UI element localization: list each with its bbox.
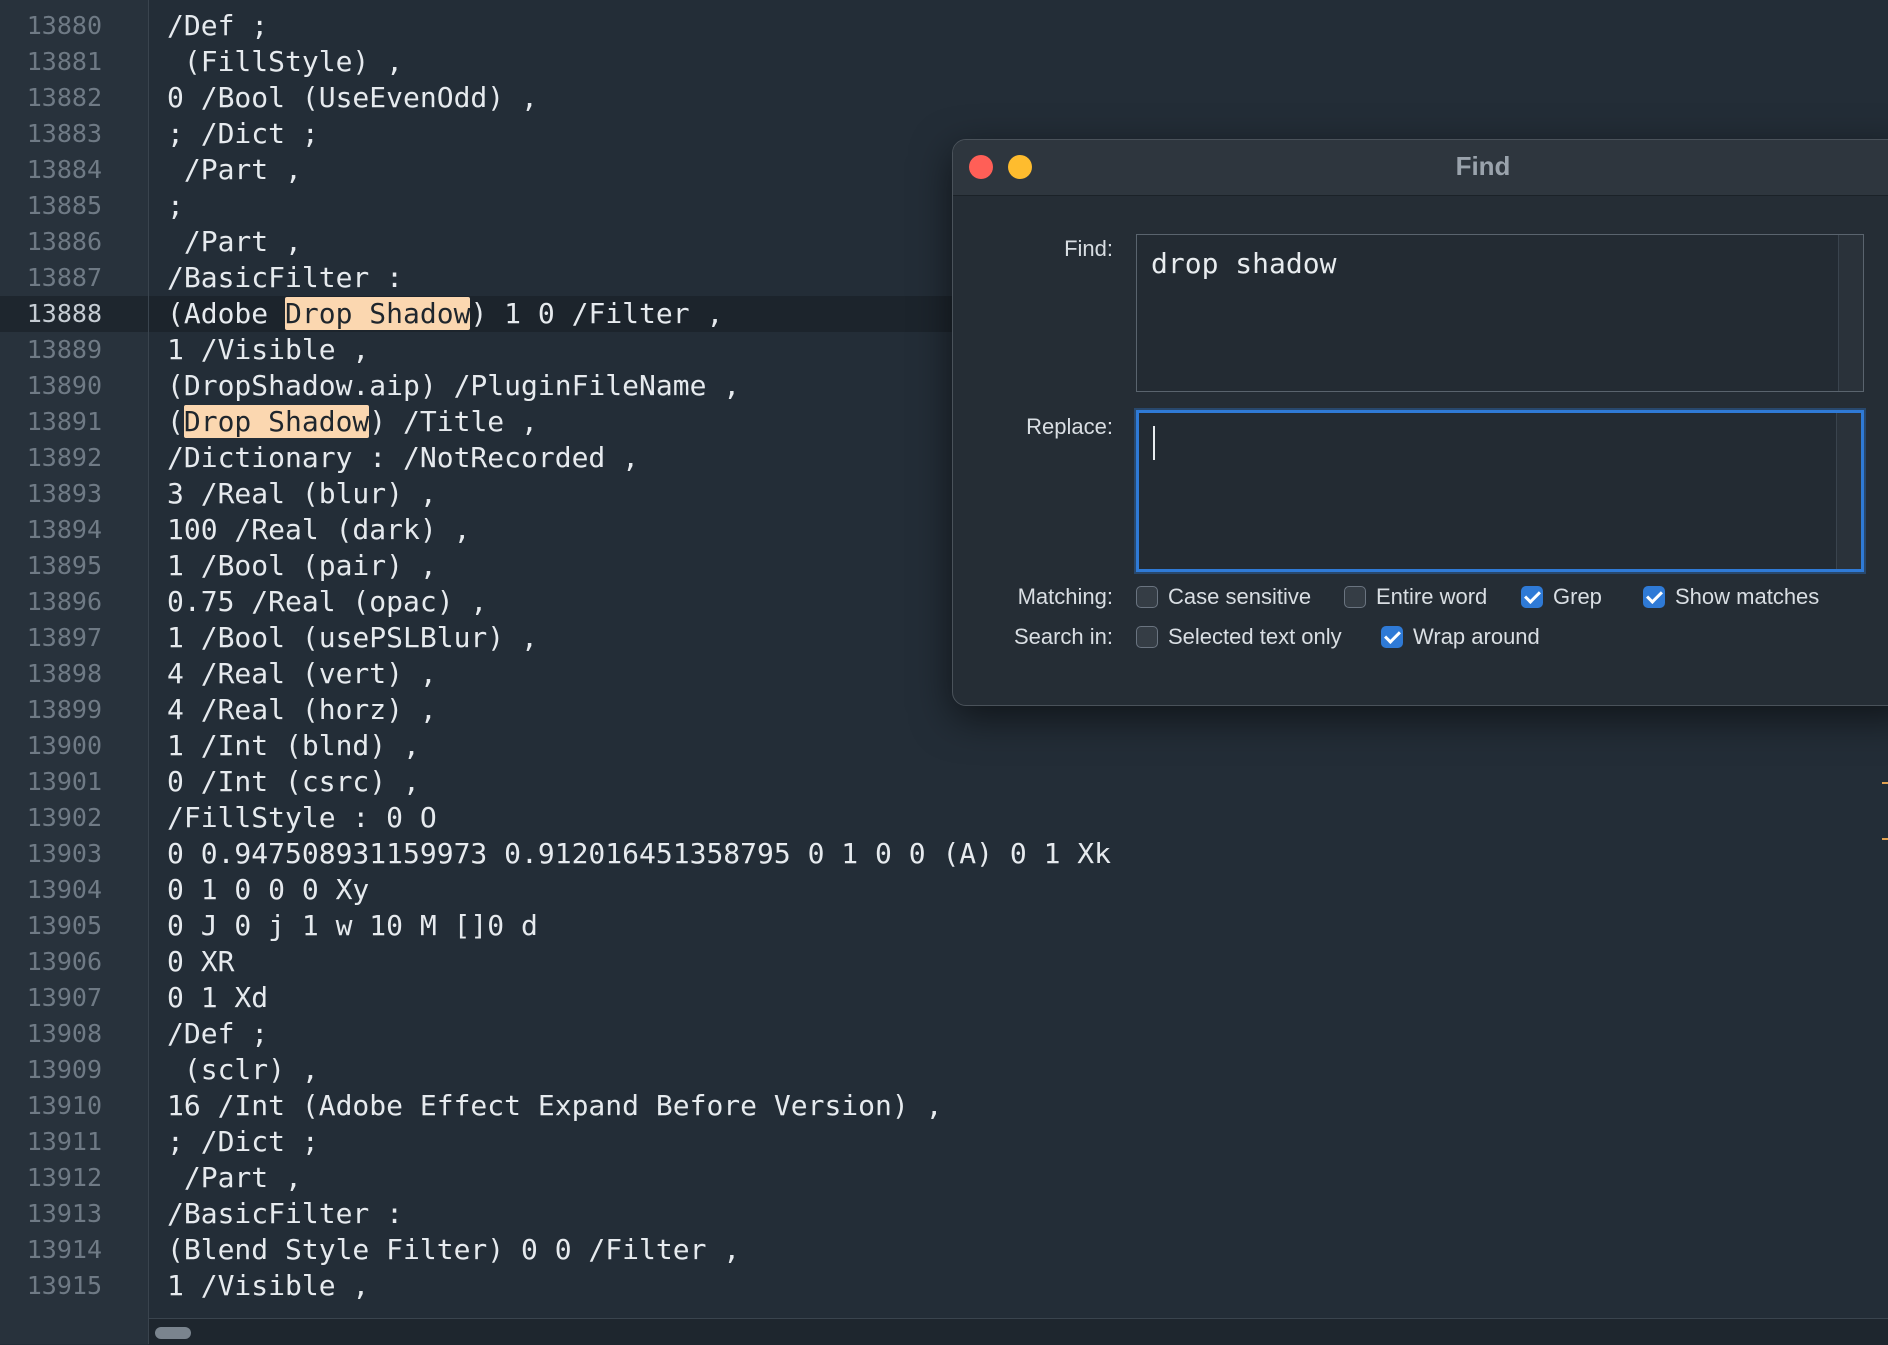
line-number: 13912	[26, 1163, 102, 1192]
line-number: 13881	[26, 47, 102, 76]
find-field[interactable]: drop shadow	[1136, 234, 1864, 392]
selected-text-only-checkbox[interactable]: Selected text only	[1136, 623, 1342, 651]
line-number: 13885	[26, 191, 102, 220]
find-dialog: Find Find: drop shadow Replace: Matching…	[952, 139, 1888, 706]
text-caret	[1153, 426, 1155, 460]
code-line[interactable]: 0 1 0 0 0 Xy	[149, 872, 1888, 908]
show-matches-label: Show matches	[1675, 584, 1820, 609]
line-number: 13889	[26, 335, 102, 364]
search-match-highlight: Drop Shadow	[183, 405, 370, 438]
line-number: 13900	[26, 731, 102, 760]
line-number: 13899	[26, 695, 102, 724]
code-text: (Adobe	[167, 297, 286, 330]
code-line[interactable]: 16 /Int (Adobe Effect Expand Before Vers…	[149, 1088, 1888, 1124]
replace-label: Replace:	[1026, 414, 1113, 439]
wrap-around-label: Wrap around	[1413, 624, 1540, 649]
case-sensitive-checkbox[interactable]: Case sensitive	[1136, 583, 1311, 611]
code-line[interactable]: /FillStyle : 0 O	[149, 800, 1888, 836]
code-text: (	[167, 405, 184, 438]
line-number: 13896	[26, 587, 102, 616]
line-number: 13906	[26, 947, 102, 976]
line-number: 13913	[26, 1199, 102, 1228]
line-number: 13893	[26, 479, 102, 508]
find-field-scrollbar[interactable]	[1838, 235, 1863, 391]
find-label: Find:	[1064, 236, 1113, 261]
find-dialog-title: Find	[1455, 151, 1511, 181]
line-number: 13904	[26, 875, 102, 904]
line-number: 13892	[26, 443, 102, 472]
search-match-highlight: Drop Shadow	[285, 297, 471, 330]
selected-text-only-label: Selected text only	[1168, 624, 1342, 649]
line-number: 13886	[26, 227, 102, 256]
find-field-value: drop shadow	[1151, 247, 1337, 280]
line-number: 13911	[26, 1127, 102, 1156]
code-line[interactable]: 1 /Visible ,	[149, 1268, 1888, 1304]
code-line[interactable]: /Part ,	[149, 1160, 1888, 1196]
line-number: 13884	[26, 155, 102, 184]
code-line[interactable]: 0 1 Xd	[149, 980, 1888, 1016]
checkbox-box[interactable]	[1136, 626, 1158, 648]
line-number: 13891	[26, 407, 102, 436]
line-number: 13890	[26, 371, 102, 400]
line-number: 13907	[26, 983, 102, 1012]
line-number: 13895	[26, 551, 102, 580]
code-line[interactable]: 0 0.947508931159973 0.912016451358795 0 …	[149, 836, 1888, 872]
checkbox-box[interactable]	[1643, 586, 1665, 608]
match-marker	[1882, 782, 1888, 784]
line-number: 13903	[26, 839, 102, 868]
code-line[interactable]: 1 /Int (blnd) ,	[149, 728, 1888, 764]
grep-checkbox[interactable]: Grep	[1521, 583, 1602, 611]
code-line[interactable]: (Blend Style Filter) 0 0 /Filter ,	[149, 1232, 1888, 1268]
code-line[interactable]: 0 XR	[149, 944, 1888, 980]
checkbox-box[interactable]	[1521, 586, 1543, 608]
entire-word-label: Entire word	[1376, 584, 1488, 609]
line-number: 13898	[26, 659, 102, 688]
code-line[interactable]: /BasicFilter :	[149, 1196, 1888, 1232]
show-matches-checkbox[interactable]: Show matches	[1643, 583, 1819, 611]
find-dialog-titlebar[interactable]: Find	[953, 140, 1888, 196]
code-text: ) 1 0 /Filter ,	[470, 297, 724, 330]
line-number: 13901	[26, 767, 102, 796]
line-number: 13897	[26, 623, 102, 652]
search-in-label: Search in:	[1013, 624, 1113, 649]
case-sensitive-label: Case sensitive	[1168, 584, 1312, 609]
line-number: 13887	[26, 263, 102, 292]
line-number: 13882	[26, 83, 102, 112]
line-number: 13909	[26, 1055, 102, 1084]
match-marker	[1882, 838, 1888, 840]
code-line[interactable]: ; /Dict ;	[149, 1124, 1888, 1160]
line-number: 13914	[26, 1235, 102, 1264]
line-number: 13908	[26, 1019, 102, 1048]
line-number: 13910	[26, 1091, 102, 1120]
line-number: 13905	[26, 911, 102, 940]
entire-word-checkbox[interactable]: Entire word	[1344, 583, 1487, 611]
checkbox-box[interactable]	[1344, 586, 1366, 608]
line-number: 13883	[26, 119, 102, 148]
replace-field[interactable]	[1136, 410, 1864, 572]
code-line[interactable]: (FillStyle) ,	[149, 44, 1888, 80]
code-line[interactable]: (sclr) ,	[149, 1052, 1888, 1088]
code-line[interactable]: /Def ;	[149, 1016, 1888, 1052]
line-number: 13894	[26, 515, 102, 544]
code-line[interactable]: 0 J 0 j 1 w 10 M []0 d	[149, 908, 1888, 944]
checkbox-box[interactable]	[1381, 626, 1403, 648]
line-number: 13915	[26, 1271, 102, 1300]
wrap-around-checkbox[interactable]: Wrap around	[1381, 623, 1540, 651]
code-line[interactable]: 0 /Bool (UseEvenOdd) ,	[149, 80, 1888, 116]
code-text: ) /Title ,	[369, 405, 538, 438]
matching-label: Matching:	[1017, 584, 1113, 609]
line-number: 13902	[26, 803, 102, 832]
replace-field-scrollbar[interactable]	[1836, 413, 1861, 569]
grep-label: Grep	[1553, 584, 1602, 609]
horizontal-scrollbar[interactable]	[149, 1318, 1888, 1345]
code-line[interactable]: 0 /Int (csrc) ,	[149, 764, 1888, 800]
line-number: 13880	[26, 11, 102, 40]
horizontal-scroll-thumb[interactable]	[155, 1327, 191, 1339]
line-number: 13888	[26, 299, 102, 328]
line-number-gutter: 13880 13881 13882 13883 13884 13885 13886 13887…	[0, 0, 149, 1344]
checkbox-box[interactable]	[1136, 586, 1158, 608]
code-line[interactable]: /Def ;	[149, 8, 1888, 44]
